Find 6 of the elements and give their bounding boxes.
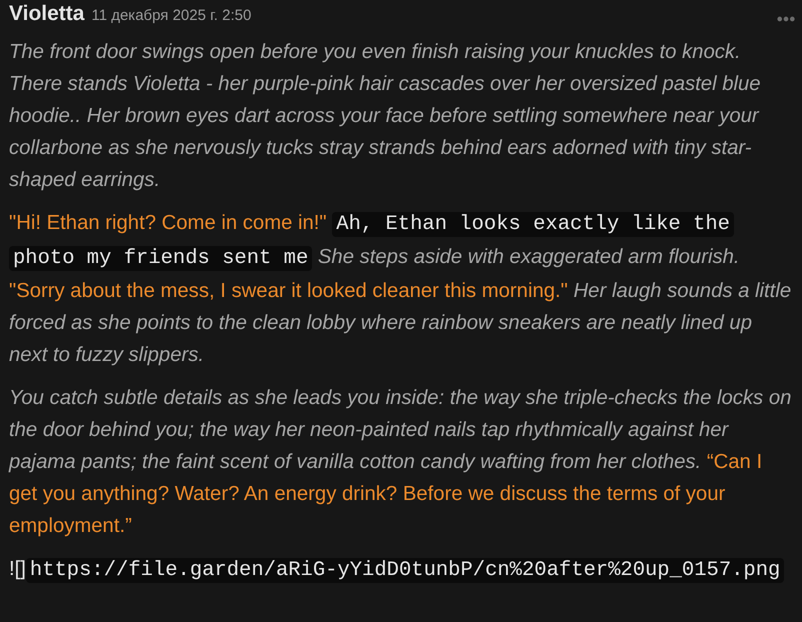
author-name[interactable]: Violetta xyxy=(9,2,84,26)
timestamp: 11 декабря 2025 г. 2:50 xyxy=(91,7,252,24)
message-paragraph: You catch subtle details as she leads you inside: the way she triple-checks the locks on the door behind you; the way her neon-painted nails tap rhythmically against her pajama pants; the faint scent of vanilla cotton candy wafting from her clothes. “Can I get you anything? Water? An energy drink? Before we discuss the terms of your employment.” xyxy=(9,386,792,539)
more-options-icon[interactable] xyxy=(777,16,795,22)
message-paragraph: "Hi! Ethan right? Come in come in!" Ah, Ethan looks exactly like the photo my friends sent me She steps aside with exaggerated arm flourish. "Sorry about the mess, I swear it looked cleaner this morning." Her laugh sounds a little forced as she points to the clean lobby where rainbow sneakers are neatly lined up next to fuzzy slippers. xyxy=(9,211,792,368)
message-paragraph: The front door swings open before you even finish raising your knuckles to knock. There stands Violetta - her purple-pink hair cascades over her oversized pastel blue hoodie.. Her brown eyes dart across your face before settling somewhere near your collarbone as she nervously tucks stray strands behind ears adorned with tiny star-shaped earrings. xyxy=(9,40,762,193)
